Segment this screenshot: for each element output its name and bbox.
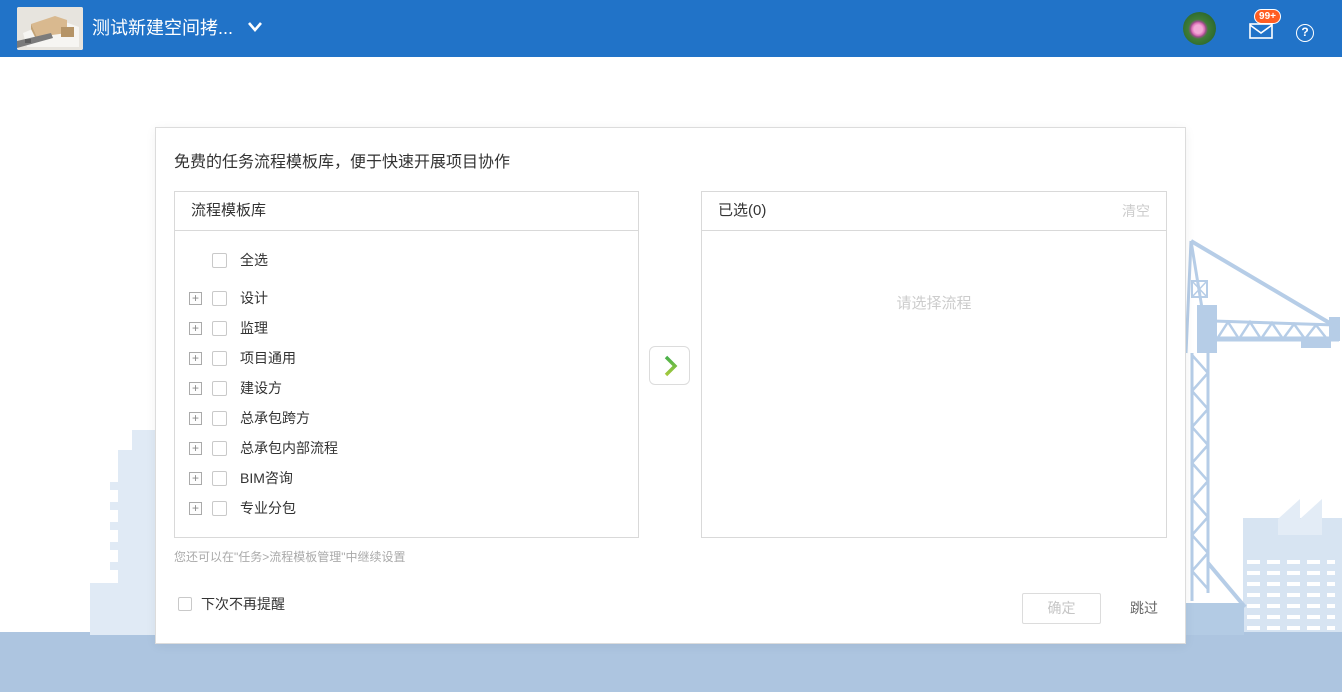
tree-row[interactable]: 专业分包 <box>189 493 638 523</box>
node-label: BIM咨询 <box>240 468 293 488</box>
dont-remind-label: 下次不再提醒 <box>201 594 285 614</box>
expand-plus-icon[interactable] <box>189 472 202 485</box>
node-label: 监理 <box>240 318 268 338</box>
empty-placeholder: 请选择流程 <box>702 292 1166 313</box>
dont-remind-row[interactable]: 下次不再提醒 <box>178 594 285 614</box>
node-label: 总承包跨方 <box>240 408 310 428</box>
chevron-right-icon <box>657 353 683 379</box>
select-all-label: 全选 <box>240 250 268 270</box>
settings-hint: 您还可以在"任务>流程模板管理"中继续设置 <box>174 548 406 565</box>
tree-row[interactable]: 建设方 <box>189 373 638 403</box>
skip-button[interactable]: 跳过 <box>1130 593 1158 624</box>
workflow-template-dialog: 免费的任务流程模板库，便于快速开展项目协作 流程模板库 全选 设计 监理 <box>155 127 1186 644</box>
node-label: 建设方 <box>240 378 282 398</box>
expand-plus-icon[interactable] <box>189 502 202 515</box>
library-panel-title: 流程模板库 <box>191 202 266 219</box>
node-label: 项目通用 <box>240 348 296 368</box>
node-label: 专业分包 <box>240 498 296 518</box>
template-tree: 全选 设计 监理 项目通用 建设方 <box>175 231 638 523</box>
node-checkbox[interactable] <box>212 441 227 456</box>
clear-button[interactable]: 清空 <box>1122 192 1150 230</box>
expand-plus-icon[interactable] <box>189 442 202 455</box>
selected-panel-header: 已选(0) 清空 <box>702 192 1166 231</box>
expand-plus-icon[interactable] <box>189 382 202 395</box>
node-checkbox[interactable] <box>212 381 227 396</box>
left-building-illustration <box>85 430 160 635</box>
tree-row[interactable]: BIM咨询 <box>189 463 638 493</box>
chevron-down-icon[interactable] <box>247 21 263 33</box>
tree-row-select-all[interactable]: 全选 <box>189 245 638 275</box>
node-checkbox[interactable] <box>212 291 227 306</box>
tree-row[interactable]: 总承包跨方 <box>189 403 638 433</box>
messages-badge: 99+ <box>1254 9 1281 24</box>
crane-illustration <box>1183 233 1342 613</box>
dont-remind-checkbox[interactable] <box>178 597 192 611</box>
tree-row[interactable]: 监理 <box>189 313 638 343</box>
node-checkbox[interactable] <box>212 501 227 516</box>
library-panel-header: 流程模板库 <box>175 192 638 231</box>
tree-row[interactable]: 总承包内部流程 <box>189 433 638 463</box>
node-checkbox[interactable] <box>212 351 227 366</box>
expand-plus-icon[interactable] <box>189 322 202 335</box>
expand-plus-icon[interactable] <box>189 292 202 305</box>
project-thumbnail[interactable] <box>17 7 83 50</box>
node-checkbox[interactable] <box>212 411 227 426</box>
help-icon[interactable]: ? <box>1296 24 1314 42</box>
selected-panel: 已选(0) 清空 请选择流程 <box>701 191 1167 538</box>
template-library-panel: 流程模板库 全选 设计 监理 项目通用 <box>174 191 639 538</box>
tree-row[interactable]: 项目通用 <box>189 343 638 373</box>
dialog-title: 免费的任务流程模板库，便于快速开展项目协作 <box>174 148 510 172</box>
app-header: 测试新建空间拷... 99+ ? <box>0 0 1342 57</box>
node-label: 总承包内部流程 <box>240 438 338 458</box>
crane-base-block <box>1186 603 1244 635</box>
node-checkbox[interactable] <box>212 321 227 336</box>
selected-panel-title: 已选(0) <box>718 202 766 219</box>
project-title[interactable]: 测试新建空间拷... <box>92 0 233 57</box>
expand-plus-icon[interactable] <box>189 352 202 365</box>
avatar[interactable] <box>1183 12 1216 45</box>
move-right-button[interactable] <box>649 346 690 385</box>
node-checkbox[interactable] <box>212 471 227 486</box>
confirm-button[interactable]: 确定 <box>1022 593 1101 624</box>
expand-plus-icon[interactable] <box>189 412 202 425</box>
select-all-checkbox[interactable] <box>212 253 227 268</box>
node-label: 设计 <box>240 288 268 308</box>
tree-row[interactable]: 设计 <box>189 283 638 313</box>
